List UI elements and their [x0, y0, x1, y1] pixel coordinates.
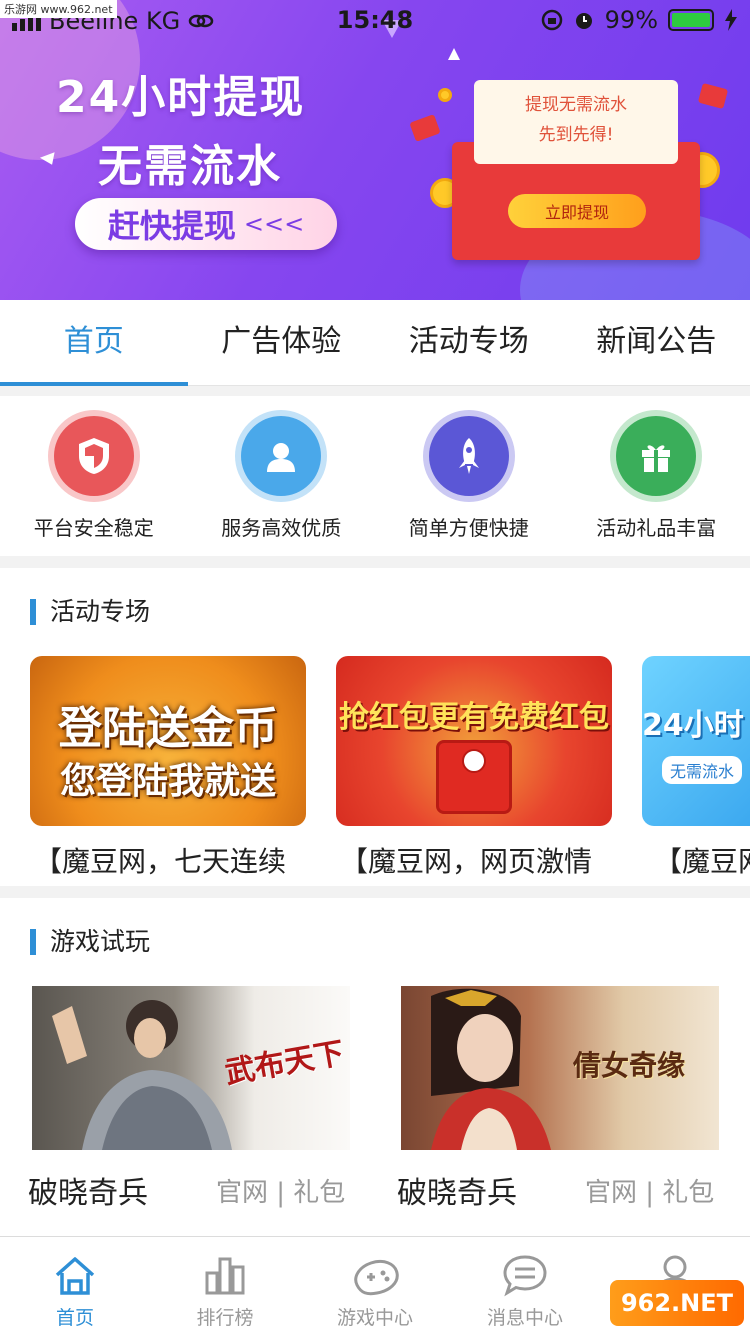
- banner-subheadline: 无需流水: [98, 141, 282, 192]
- promo-banner[interactable]: Beeline KG 15:48 99% 乐游网 www.962.net 24小…: [0, 0, 750, 300]
- feature-icon-circle: [53, 416, 134, 496]
- nav-label: 首页: [55, 1307, 94, 1329]
- game-banner[interactable]: 武布天下: [32, 986, 350, 1150]
- letter-line: 提现无需流水: [525, 95, 627, 115]
- feature-icon-circle: [428, 416, 509, 496]
- coin-decoration: [438, 88, 452, 102]
- watermark: 乐游网 www.962.net: [0, 0, 117, 18]
- redpack-decoration: [697, 82, 729, 110]
- game-title[interactable]: 破晓奇兵: [397, 1168, 517, 1212]
- feature-icon-circle: [616, 416, 697, 496]
- card-image-text: 登陆送金币: [58, 703, 278, 754]
- activity-card[interactable]: 24小时 无需流水: [642, 656, 750, 826]
- card-image-text: 您登陆我就送: [59, 761, 276, 802]
- card-image-text: 24小时: [642, 708, 744, 743]
- ranking-icon: [205, 1257, 245, 1295]
- red-envelope-icon: [436, 740, 512, 814]
- nav-label: 游戏中心: [336, 1307, 413, 1329]
- game-links[interactable]: 官网 | 礼包: [216, 1172, 345, 1209]
- divider: [0, 556, 750, 568]
- section-title-activities: 活动专场: [30, 598, 150, 626]
- card-image-text: 无需流水: [662, 756, 743, 784]
- activity-caption[interactable]: 【魔豆网，七天连续: [34, 840, 306, 880]
- game-title[interactable]: 破晓奇兵: [28, 1168, 148, 1212]
- charging-icon: [725, 9, 737, 31]
- category-tabs: 首页 广告体验 活动专场 新闻公告: [0, 300, 750, 386]
- withdraw-now-button[interactable]: 赶快提现 <<<: [75, 198, 337, 250]
- feature-item[interactable]: 简单方便快捷: [375, 396, 563, 556]
- card-image-text: 抢红包更有免费红包: [339, 700, 609, 735]
- activity-caption[interactable]: 【魔豆网，网页激情: [340, 840, 612, 880]
- rocket-icon: [458, 438, 479, 474]
- feature-label: 简单方便快捷: [408, 516, 529, 540]
- alarm-icon: [575, 13, 592, 29]
- tab-home[interactable]: 首页: [0, 300, 188, 386]
- section-title-games: 游戏试玩: [30, 928, 150, 956]
- letter-line: 先到先得!: [538, 125, 614, 145]
- banner-headline: 24小时提现: [56, 72, 306, 123]
- feature-item[interactable]: 平台安全稳定: [0, 396, 188, 556]
- feature-highlights: 平台安全稳定 服务高效优质 简单方便快捷 活动礼品丰富: [0, 396, 750, 556]
- gift-icon: [642, 445, 671, 472]
- feature-label: 服务高效优质: [221, 516, 342, 540]
- battery-percent: 99%: [604, 6, 658, 34]
- nav-game-center[interactable]: 游戏中心: [300, 1237, 450, 1334]
- status-right: 99%: [541, 6, 738, 34]
- tab-ad-experience[interactable]: 广告体验: [188, 300, 376, 385]
- cta-label: 赶快提现: [107, 207, 236, 245]
- tab-news[interactable]: 新闻公告: [563, 300, 750, 385]
- feature-item[interactable]: 活动礼品丰富: [563, 396, 750, 556]
- feature-item[interactable]: 服务高效优质: [188, 396, 376, 556]
- service-person-icon: [267, 443, 296, 472]
- triangle-decoration: [448, 48, 460, 60]
- watermark-logo: 962.NET: [610, 1280, 744, 1326]
- rotation-lock-icon: [541, 9, 562, 31]
- home-icon: [55, 1257, 95, 1295]
- game-logo-text: 倩女奇缘: [573, 1049, 686, 1082]
- nav-label: 排行榜: [196, 1307, 254, 1329]
- message-icon: [503, 1255, 547, 1297]
- envelope-letter: 提现无需流水 先到先得!: [474, 80, 678, 164]
- game-links[interactable]: 官网 | 礼包: [585, 1172, 714, 1209]
- activity-caption[interactable]: 【魔豆网: [654, 840, 750, 880]
- nav-label: 消息中心: [486, 1307, 563, 1329]
- tab-activities[interactable]: 活动专场: [375, 300, 563, 385]
- divider: [0, 386, 750, 396]
- envelope-withdraw-button[interactable]: 立即提现: [508, 194, 646, 228]
- chevrons-left-icon: <<<: [243, 210, 305, 238]
- nav-home[interactable]: 首页: [0, 1237, 150, 1334]
- feature-label: 平台安全稳定: [33, 516, 154, 540]
- feature-label: 活动礼品丰富: [596, 516, 717, 540]
- shield-icon: [78, 438, 109, 474]
- divider: [0, 886, 750, 898]
- nav-ranking[interactable]: 排行榜: [150, 1237, 300, 1334]
- nav-messages[interactable]: 消息中心: [450, 1237, 600, 1334]
- gamepad-icon: [354, 1259, 399, 1296]
- activity-card[interactable]: 登陆送金币 您登陆我就送: [30, 656, 306, 826]
- activity-card[interactable]: 抢红包更有免费红包: [336, 656, 612, 826]
- redpack-decoration: [409, 114, 441, 142]
- feature-icon-circle: [241, 416, 322, 496]
- game-banner[interactable]: 倩女奇缘: [401, 986, 719, 1150]
- battery-icon: [668, 9, 714, 31]
